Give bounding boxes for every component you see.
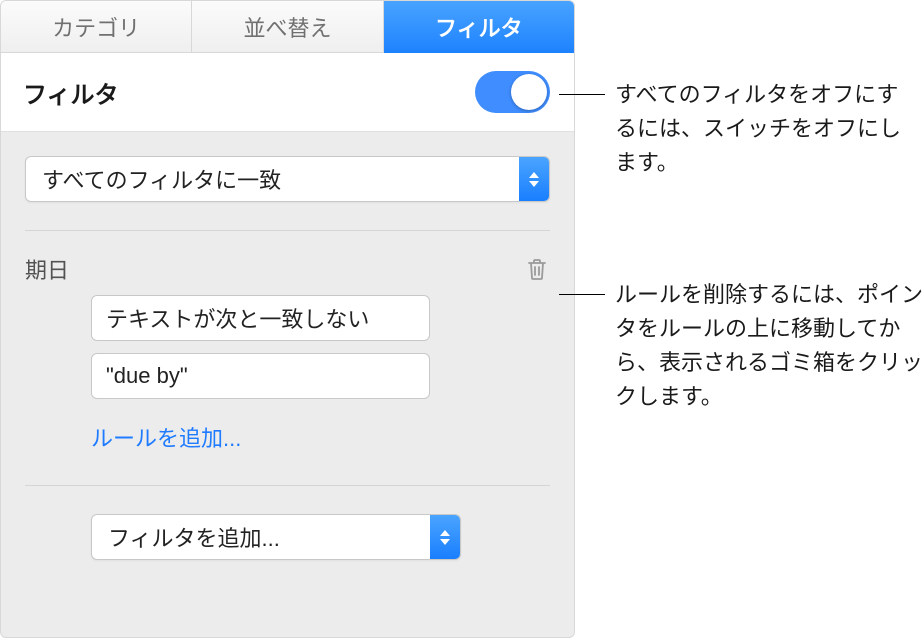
add-filter-label: フィルタを追加... <box>92 515 430 559</box>
callout-trash-text: ルールを削除するには、ポインタをルールの上に移動してから、表示されるゴミ箱をクリ… <box>615 282 923 409</box>
add-filter-row: フィルタを追加... <box>25 514 550 590</box>
toggle-knob <box>511 74 547 110</box>
add-filter-select[interactable]: フィルタを追加... <box>91 514 461 560</box>
filter-header: フィルタ <box>1 53 574 132</box>
annotation-area: すべてのフィルタをオフにするには、スイッチをオフにします。 ルールを削除するには… <box>575 0 923 638</box>
callout-toggle: すべてのフィルタをオフにするには、スイッチをオフにします。 <box>615 78 915 180</box>
filter-body: すべてのフィルタに一致 期日 テキストが次と一致しない "due by" ルール… <box>1 132 574 590</box>
match-mode-select[interactable]: すべてのフィルタに一致 <box>25 156 550 202</box>
divider <box>25 485 550 486</box>
rule-header: 期日 <box>25 231 550 295</box>
chevron-down-icon <box>529 181 539 187</box>
filter-panel: カテゴリ 並べ替え フィルタ フィルタ すべてのフィルタに一致 期日 <box>0 0 575 638</box>
tab-bar: カテゴリ 並べ替え フィルタ <box>1 1 574 53</box>
tab-category[interactable]: カテゴリ <box>1 1 192 53</box>
tab-filter[interactable]: フィルタ <box>384 1 574 53</box>
chevron-up-icon <box>440 530 450 536</box>
match-mode-label: すべてのフィルタに一致 <box>26 157 519 201</box>
rule-body: テキストが次と一致しない "due by" ルールを追加... <box>25 295 550 453</box>
rule-condition-select[interactable]: テキストが次と一致しない <box>91 295 430 341</box>
callout-line <box>559 294 605 295</box>
rule-value-input[interactable]: "due by" <box>91 353 430 399</box>
tab-sort[interactable]: 並べ替え <box>192 1 383 53</box>
stepper-icon <box>430 515 460 559</box>
filter-title: フィルタ <box>23 75 119 110</box>
callout-trash: ルールを削除するには、ポインタをルールの上に移動してから、表示されるゴミ箱をクリ… <box>615 278 923 414</box>
callout-line <box>559 94 605 95</box>
chevron-down-icon <box>440 539 450 545</box>
stepper-icon <box>519 157 549 201</box>
add-rule-link[interactable]: ルールを追加... <box>91 411 430 453</box>
callout-toggle-text: すべてのフィルタをオフにするには、スイッチをオフにします。 <box>615 82 901 175</box>
filter-toggle[interactable] <box>475 71 550 113</box>
chevron-up-icon <box>529 172 539 178</box>
rule-field-label: 期日 <box>25 253 69 285</box>
trash-icon[interactable] <box>526 257 548 281</box>
